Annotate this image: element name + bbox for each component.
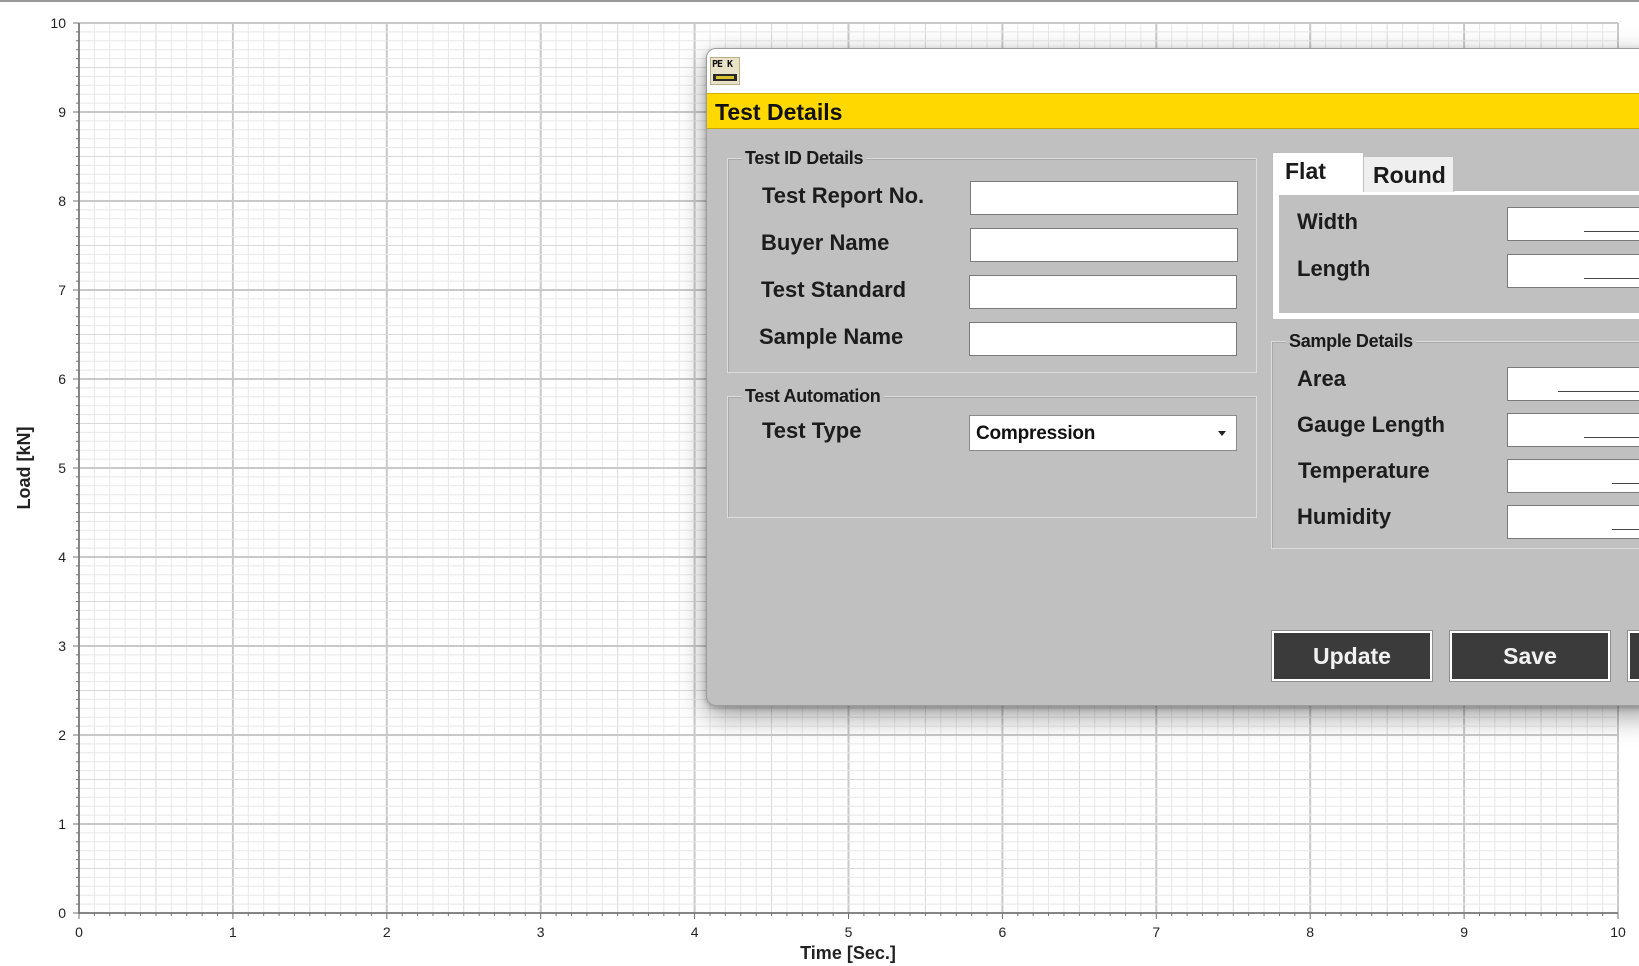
area-label: Area <box>1297 366 1346 391</box>
logo-band <box>713 74 737 81</box>
y-tick-label: 3 <box>58 638 66 654</box>
length-input[interactable] <box>1507 254 1639 288</box>
buyer-name-label: Buyer Name <box>761 230 890 255</box>
test-type-dropdown[interactable]: Compression <box>969 415 1237 451</box>
tab-round-label: Round <box>1373 162 1446 188</box>
x-tick-label: 5 <box>845 924 853 940</box>
length-label: Length <box>1297 256 1371 281</box>
test-type-label: Test Type <box>762 418 862 443</box>
x-tick-label: 0 <box>75 924 83 940</box>
width-label: Width <box>1297 209 1358 234</box>
app-logo-icon: PE K <box>710 57 740 85</box>
area-input[interactable] <box>1507 367 1639 401</box>
sample-name-input[interactable] <box>969 322 1237 356</box>
y-tick-label: 8 <box>58 193 66 209</box>
width-input[interactable] <box>1507 207 1639 241</box>
y-tick-label: 4 <box>58 549 66 565</box>
gauge-length-input-underline <box>1584 437 1639 438</box>
x-tick-label: 8 <box>1306 924 1314 940</box>
y-tick-label: 9 <box>58 104 66 120</box>
tab-flat[interactable]: Flat <box>1272 152 1364 192</box>
test-automation-legend: Test Automation <box>742 386 884 407</box>
test-type-selected-value: Compression <box>976 423 1096 444</box>
gauge-length-label: Gauge Length <box>1297 412 1445 437</box>
humidity-input[interactable] <box>1507 505 1639 539</box>
save-button[interactable]: Save <box>1450 631 1610 681</box>
humidity-input-underline <box>1612 529 1639 530</box>
x-tick-label: 3 <box>537 924 545 940</box>
tab-flat-label: Flat <box>1285 158 1326 184</box>
y-tick-label: 2 <box>58 727 66 743</box>
dialog-header-bar: Test Details <box>707 93 1639 129</box>
x-tick-label: 6 <box>999 924 1007 940</box>
dialog-titlebar[interactable]: PE K <box>707 49 1639 93</box>
gauge-length-input[interactable] <box>1507 413 1639 447</box>
y-tick-label: 10 <box>50 15 66 31</box>
length-input-underline <box>1584 278 1639 279</box>
y-tick-label: 6 <box>58 371 66 387</box>
humidity-label: Humidity <box>1297 504 1392 529</box>
test-details-dialog: PE K Test Details Test ID Details Test R… <box>706 48 1639 706</box>
buyer-name-input[interactable] <box>970 228 1238 262</box>
y-axis-title: Load [kN] <box>14 427 34 510</box>
area-input-underline <box>1558 391 1639 392</box>
x-tick-label: 2 <box>383 924 391 940</box>
y-tick-label: 1 <box>58 816 66 832</box>
dropdown-arrow-icon[interactable] <box>1208 416 1236 450</box>
x-tick-label: 7 <box>1152 924 1160 940</box>
x-tick-label: 10 <box>1610 924 1626 940</box>
x-tick-label: 4 <box>691 924 699 940</box>
x-tick-label: 9 <box>1460 924 1468 940</box>
partially-visible-button[interactable] <box>1628 631 1639 681</box>
test-report-no-input[interactable] <box>970 181 1238 215</box>
y-tick-label: 5 <box>58 460 66 476</box>
x-axis-title: Time [Sec.] <box>800 943 896 963</box>
sample-details-legend: Sample Details <box>1286 331 1416 352</box>
logo-text: PE K <box>712 59 733 70</box>
y-tick-label: 0 <box>58 905 66 921</box>
tab-round[interactable]: Round <box>1362 156 1454 192</box>
test-report-no-label: Test Report No. <box>762 183 925 208</box>
application-window: 0 1 2 3 4 5 6 7 8 9 10 0 1 2 3 4 5 6 7 8 9 10 Time [Sec.] Loa… <box>0 0 1639 966</box>
temperature-input-underline <box>1612 483 1639 484</box>
width-input-underline <box>1584 231 1639 232</box>
temperature-label: Temperature <box>1298 458 1430 483</box>
sample-name-label: Sample Name <box>759 324 904 349</box>
test-standard-label: Test Standard <box>761 277 907 302</box>
test-id-details-legend: Test ID Details <box>742 148 867 169</box>
temperature-input[interactable] <box>1507 459 1639 493</box>
update-button[interactable]: Update <box>1272 631 1432 681</box>
x-tick-label: 1 <box>229 924 237 940</box>
test-standard-input[interactable] <box>969 275 1237 309</box>
y-tick-label: 7 <box>58 282 66 298</box>
dialog-title: Test Details <box>715 99 843 125</box>
